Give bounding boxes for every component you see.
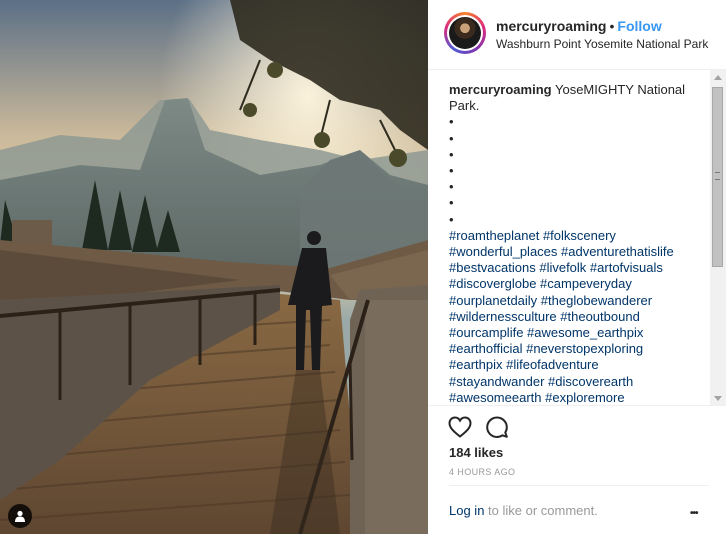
avatar[interactable] xyxy=(444,12,486,54)
avatar-image xyxy=(449,17,481,49)
hashtag-line[interactable]: #earthofficial #neverstopexploring xyxy=(449,341,699,357)
hashtag-line[interactable]: #earthpix #lifeofadventure xyxy=(449,357,699,373)
post-details-panel: mercuryroaming • Follow Washburn Point Yos… xyxy=(428,0,726,534)
post-photo[interactable] xyxy=(0,0,428,534)
hashtag-line[interactable]: #stayandwander #discoverearth xyxy=(449,374,699,390)
username-link[interactable]: mercuryroaming xyxy=(496,18,606,34)
follow-button[interactable]: Follow xyxy=(617,18,661,34)
scrollbar-thumb[interactable] xyxy=(712,87,723,267)
login-prompt-text: to like or comment. xyxy=(484,503,598,518)
caption-bullet: • xyxy=(449,179,454,195)
yosemite-stairs-image xyxy=(0,0,428,534)
hashtag-line[interactable]: #bestvacations #livefolk #artofvisuals xyxy=(449,260,699,276)
caption-scrollbar[interactable] xyxy=(710,70,726,405)
divider xyxy=(449,485,709,486)
hashtag-line[interactable]: #discoverglobe #campeveryday xyxy=(449,276,699,292)
post-actions xyxy=(448,413,508,441)
caption-username[interactable]: mercuryroaming xyxy=(449,82,552,97)
heart-icon[interactable] xyxy=(448,416,472,438)
comment-login-prompt: Log in to like or comment. xyxy=(449,503,598,518)
post-timestamp[interactable]: 4 HOURS AGO xyxy=(449,467,515,477)
tagged-user-button[interactable] xyxy=(8,504,32,528)
separator-dot: • xyxy=(609,18,615,34)
grip-icon xyxy=(715,172,720,180)
caption-bullet: • xyxy=(449,195,454,211)
caption-scroll-area[interactable]: mercuryroaming YoseMIGHTY National Park.… xyxy=(428,70,726,406)
hashtag-line[interactable]: #awesomeearth #exploremore xyxy=(449,390,699,405)
more-options-icon[interactable]: ••• xyxy=(690,505,698,523)
header-user-line: mercuryroaming • Follow xyxy=(496,18,662,34)
caption-bullet: • xyxy=(449,163,454,179)
hashtag-line[interactable]: #wildernessculture #theoutbound xyxy=(449,309,699,325)
caption-bullet: • xyxy=(449,114,454,130)
hashtag-line[interactable]: #roamtheplanet #folkscenery xyxy=(449,228,699,244)
hashtag-line[interactable]: #ourplanetdaily #theglobewanderer xyxy=(449,293,699,309)
caption-text-line1: YoseMIGHTY National xyxy=(554,82,686,97)
location-link[interactable]: Washburn Point Yosemite National Park xyxy=(496,37,708,51)
post-header: mercuryroaming • Follow Washburn Point Yos… xyxy=(428,0,726,70)
caption: mercuryroaming YoseMIGHTY National Park.… xyxy=(449,82,699,405)
caption-bullet: • xyxy=(449,211,454,227)
scroll-up-arrow-icon[interactable] xyxy=(714,75,722,80)
scroll-down-arrow-icon[interactable] xyxy=(714,396,722,401)
caption-bullet: • xyxy=(449,146,454,162)
hashtag-line[interactable]: #wonderful_places #adventurethatislife xyxy=(449,244,699,260)
hashtag-line[interactable]: #ourcamplife #awesome_earthpix xyxy=(449,325,699,341)
login-link[interactable]: Log in xyxy=(449,503,484,518)
caption-bullet: • xyxy=(449,130,454,146)
like-count[interactable]: 184 likes xyxy=(449,445,503,460)
caption-text-line2: Park. xyxy=(449,98,480,114)
person-icon xyxy=(15,510,25,522)
comment-icon[interactable] xyxy=(486,416,508,438)
